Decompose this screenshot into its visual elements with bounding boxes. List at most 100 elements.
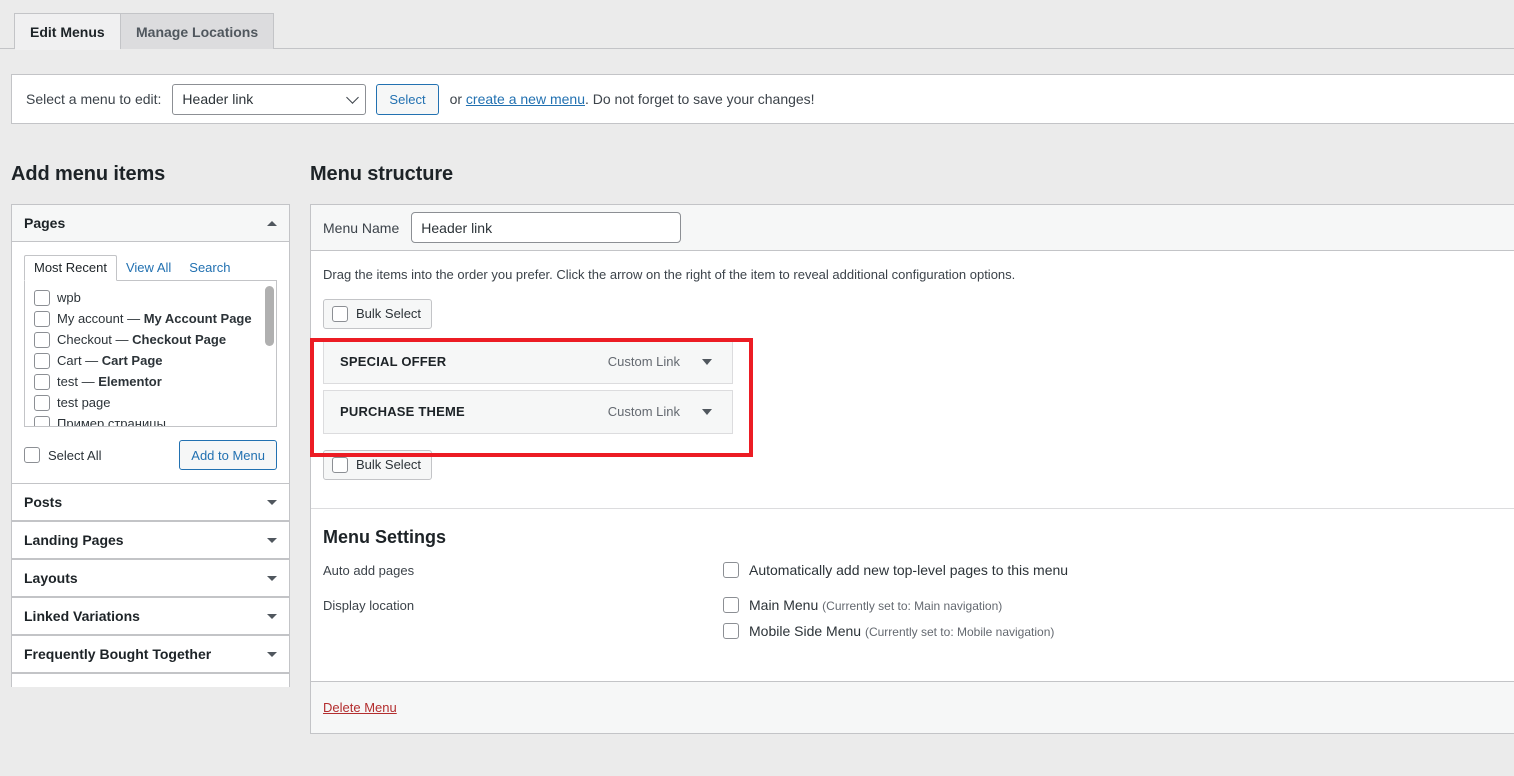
display-location-label: Display location [323, 597, 415, 613]
bulk-select-top-button[interactable]: Bulk Select [323, 298, 433, 329]
location-option-mobile-side-menu[interactable]: Mobile Side Menu (Currently set to: Mobi… [723, 622, 1055, 640]
bulk-select-top-label: Bulk Select [356, 306, 422, 321]
menu-settings-heading: Menu Settings [323, 526, 447, 547]
frequently-bought-together-panel-title: Frequently Bought Together [24, 646, 212, 662]
chevron-down-icon[interactable] [267, 575, 277, 581]
location-option-main-menu[interactable]: Main Menu (Currently set to: Main naviga… [723, 596, 1054, 614]
page-label: My account — My Account Page [57, 311, 252, 326]
chevron-down-icon[interactable] [267, 537, 277, 543]
create-new-menu-link[interactable]: create a new menu [466, 91, 585, 107]
menu-item-type: Custom Link [607, 404, 680, 419]
list-item[interactable]: Cart — Cart Page [25, 353, 276, 369]
menu-item-title: SPECIAL OFFER [340, 354, 447, 369]
menu-structure-body: Drag the items into the order you prefer… [311, 251, 1514, 508]
tab-manage-locations[interactable]: Manage Locations [120, 13, 275, 49]
nav-tab-bar: Edit Menus Manage Locations [0, 0, 1514, 50]
delete-menu-link[interactable]: Delete Menu [323, 700, 397, 715]
auto-add-pages-checkbox[interactable] [723, 561, 739, 578]
list-item[interactable]: wpb [25, 290, 276, 306]
chevron-up-icon[interactable] [267, 220, 277, 226]
create-menu-text: or create a new menu. Do not forget to s… [450, 91, 815, 107]
menu-settings-section: Menu Settings Auto add pages Automatical… [311, 509, 1514, 681]
main-menu-checkbox[interactable] [723, 596, 739, 613]
add-to-menu-button[interactable]: Add to Menu [179, 440, 277, 470]
pages-tab-most-recent[interactable]: Most Recent [24, 255, 117, 281]
menu-selector-bar: Select a menu to edit: Header link Selec… [11, 74, 1514, 124]
layouts-panel-header[interactable]: Layouts [12, 560, 289, 597]
frequently-bought-together-panel: Frequently Bought Together [11, 635, 290, 673]
pages-panel-header[interactable]: Pages [12, 205, 289, 242]
tab-edit-menus[interactable]: Edit Menus [14, 13, 121, 50]
posts-panel-header[interactable]: Posts [12, 484, 289, 521]
main-menu-label: Main Menu (Currently set to: Main naviga… [749, 596, 1003, 613]
select-all-checkbox[interactable] [24, 447, 40, 463]
page-checkbox[interactable] [34, 290, 50, 306]
menu-item-title: PURCHASE THEME [340, 404, 465, 419]
list-item[interactable]: Пример страницы [25, 416, 276, 426]
mobile-side-menu-note: (Currently set to: Mobile navigation) [864, 624, 1055, 639]
page-checkbox[interactable] [34, 395, 50, 411]
pages-checkbox-list[interactable]: wpb My account — My Account Page Checkou… [24, 281, 277, 427]
page-label: test page [57, 395, 111, 410]
main-menu-note: (Currently set to: Main navigation) [822, 598, 1003, 613]
select-all-control[interactable]: Select All [24, 447, 101, 463]
menu-name-row: Menu Name [311, 205, 1514, 251]
pages-list-scrollbar-thumb[interactable] [265, 286, 274, 346]
pages-tab-search-label: Search [189, 260, 231, 275]
pages-tab-search[interactable]: Search [180, 256, 239, 280]
pages-panel-footer: Select All Add to Menu [24, 427, 277, 483]
menu-items-list: SPECIAL OFFER Custom Link PURCHASE THEME… [323, 339, 1514, 434]
display-location-row: Display location Main Menu (Currently se… [323, 596, 1514, 649]
menu-name-label: Menu Name [323, 219, 400, 236]
page-checkbox[interactable] [34, 353, 50, 369]
auto-add-pages-option[interactable]: Automatically add new top-level pages to… [723, 561, 1069, 578]
list-item[interactable]: test page [25, 395, 276, 411]
list-item[interactable]: Checkout — Checkout Page [25, 332, 276, 348]
pages-panel: Pages Most Recent View All Search wpb My… [11, 204, 290, 483]
menu-select-value: Header link [182, 91, 254, 107]
pages-tab-view-all[interactable]: View All [117, 256, 180, 280]
chevron-down-icon[interactable] [267, 651, 277, 657]
auto-add-pages-option-label: Automatically add new top-level pages to… [749, 561, 1069, 578]
list-item[interactable]: test — Elementor [25, 374, 276, 390]
mobile-side-menu-label: Mobile Side Menu (Currently set to: Mobi… [749, 622, 1055, 639]
layouts-panel: Layouts [11, 559, 290, 597]
menu-item-row[interactable]: SPECIAL OFFER Custom Link [323, 339, 733, 384]
pages-panel-title: Pages [24, 215, 66, 231]
page-checkbox[interactable] [34, 416, 50, 426]
linked-variations-panel-header[interactable]: Linked Variations [12, 598, 289, 635]
tab-manage-locations-label: Manage Locations [136, 23, 259, 40]
menu-item-row[interactable]: PURCHASE THEME Custom Link [323, 389, 733, 434]
bulk-select-bottom-button[interactable]: Bulk Select [323, 449, 433, 480]
page-label: Cart — Cart Page [57, 353, 163, 368]
frequently-bought-together-panel-header[interactable]: Frequently Bought Together [12, 636, 289, 673]
pages-tab-view-all-label: View All [125, 260, 172, 275]
drag-hint-text: Drag the items into the order you prefer… [323, 267, 1016, 282]
landing-pages-panel: Landing Pages [11, 521, 290, 559]
menu-name-input[interactable] [411, 212, 682, 243]
pages-panel-body: Most Recent View All Search wpb My accou… [12, 242, 289, 483]
select-button[interactable]: Select [376, 83, 439, 115]
page-checkbox[interactable] [34, 374, 50, 390]
chevron-down-icon[interactable] [267, 613, 277, 619]
chevron-down-icon[interactable] [702, 358, 712, 365]
pages-tab-list: Most Recent View All Search [24, 254, 277, 281]
menu-selector-label: Select a menu to edit: [26, 91, 162, 107]
landing-pages-panel-header[interactable]: Landing Pages [12, 522, 289, 559]
page-checkbox[interactable] [34, 332, 50, 348]
list-item[interactable]: My account — My Account Page [25, 311, 276, 327]
page-checkbox[interactable] [34, 311, 50, 327]
page-label: wpb [57, 290, 81, 305]
pages-tab-most-recent-label: Most Recent [34, 260, 107, 275]
page-label: test — Elementor [57, 374, 162, 389]
menu-structure-heading: Menu structure [310, 163, 454, 185]
save-reminder-text: . Do not forget to save your changes! [584, 91, 815, 107]
bulk-select-bottom-checkbox[interactable] [332, 456, 348, 473]
or-text: or [449, 91, 466, 107]
menu-item-type: Custom Link [607, 354, 680, 369]
bulk-select-top-checkbox[interactable] [332, 305, 348, 322]
chevron-down-icon[interactable] [267, 499, 277, 505]
menu-select-dropdown[interactable]: Header link [172, 83, 367, 115]
chevron-down-icon[interactable] [702, 408, 712, 415]
mobile-side-menu-checkbox[interactable] [723, 622, 739, 639]
